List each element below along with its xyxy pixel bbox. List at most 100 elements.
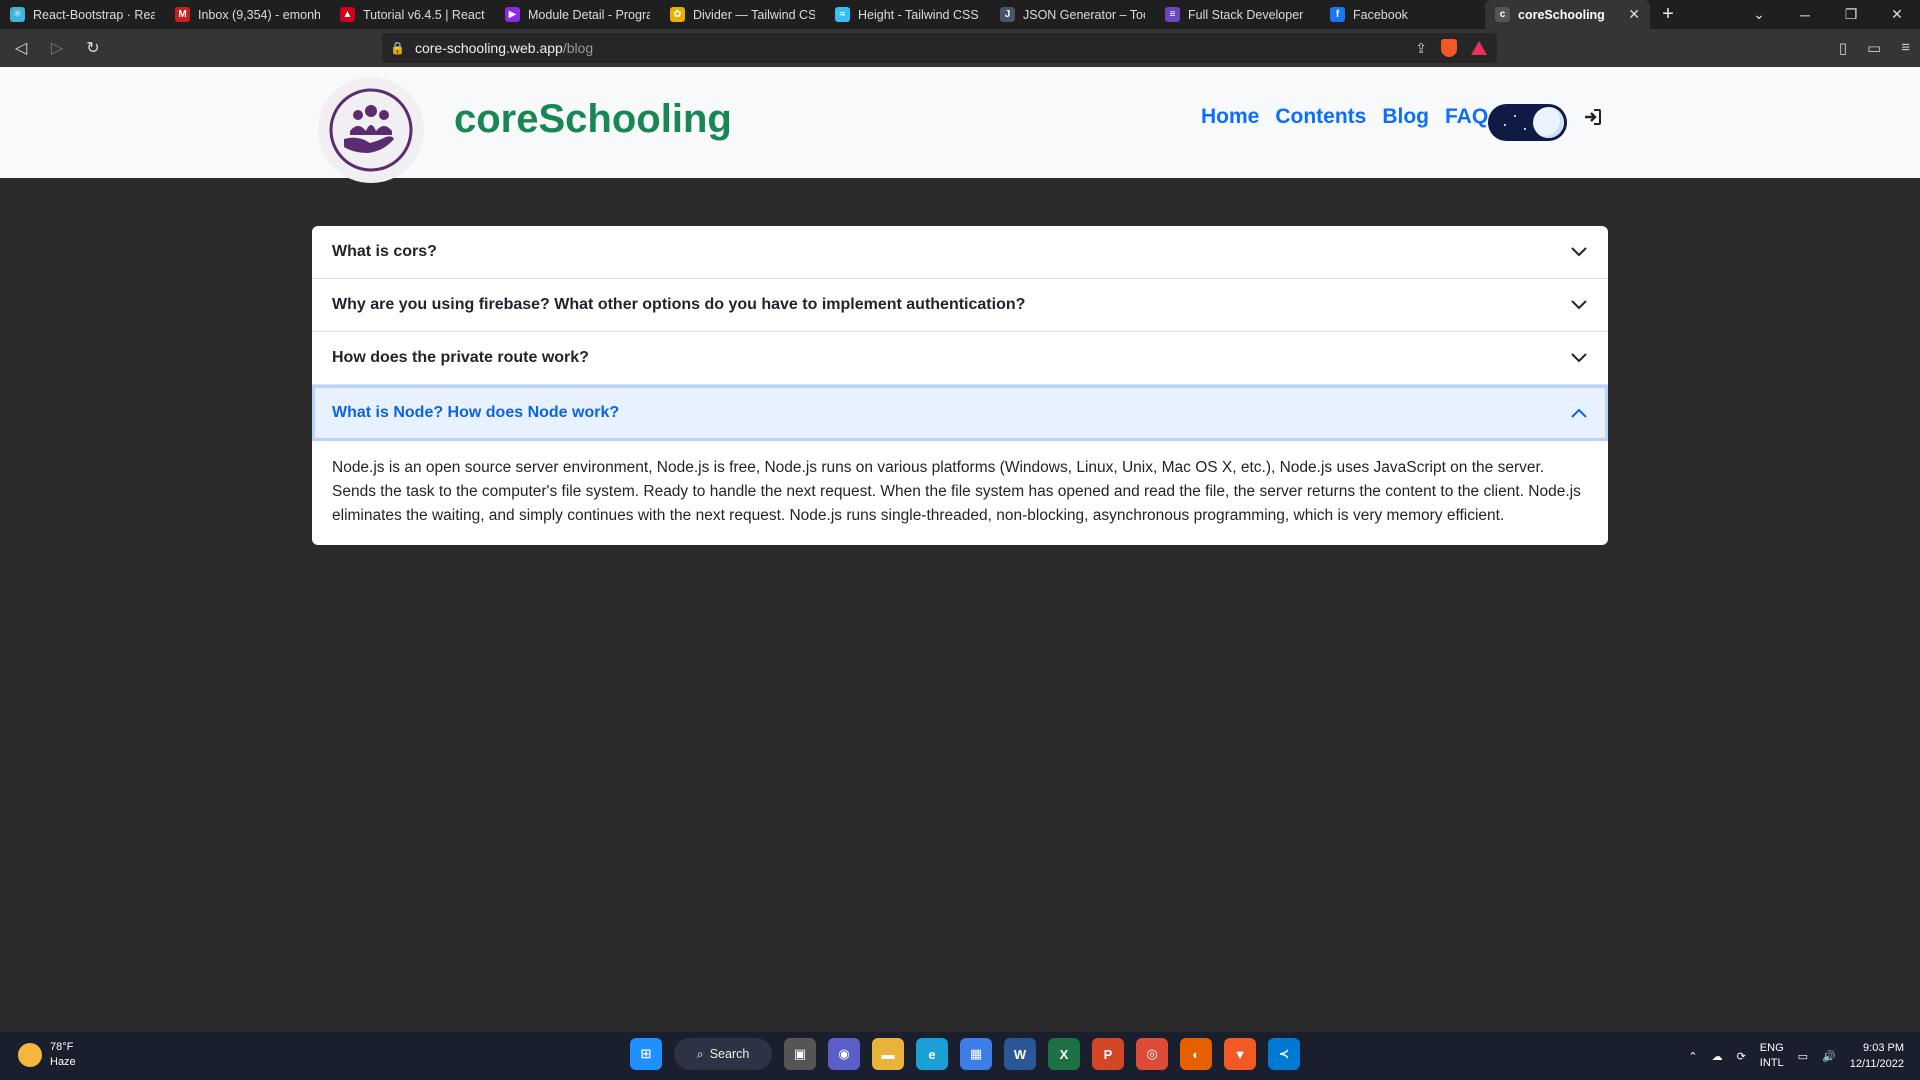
tab-favicon-icon: ≈ [835, 7, 850, 22]
word-icon[interactable]: W [1004, 1038, 1036, 1070]
browser-tab[interactable]: ≡ Full Stack Developer [1155, 0, 1320, 29]
browser-tab[interactable]: J JSON Generator – Tool f [990, 0, 1155, 29]
taskbar-apps: ⊞ ⌕ Search ▣ ◉ ▬ e ▦ W X P ◎ ◐ ▼ ≺ [630, 1038, 1300, 1070]
volume-icon[interactable]: 🔊 [1822, 1050, 1836, 1063]
accordion-header-private-route[interactable]: How does the private route work? [312, 332, 1608, 384]
powerpoint-icon[interactable]: P [1092, 1038, 1124, 1070]
lock-icon: 🔒 [390, 41, 405, 55]
tab-favicon-icon: M [175, 7, 190, 22]
browser-tab[interactable]: M Inbox (9,354) - emonhas [165, 0, 330, 29]
login-icon[interactable] [1583, 107, 1603, 127]
weather-temp: 78°F [50, 1041, 74, 1053]
browser-tab[interactable]: ▲ Tutorial v6.4.5 | React Ro [330, 0, 495, 29]
nav-contents[interactable]: Contents [1275, 105, 1366, 129]
site-navbar: coreSchooling Home Contents Blog FAQ [0, 67, 1920, 183]
back-button[interactable]: ◁ [6, 38, 36, 58]
clock-time: 9:03 PM [1863, 1042, 1904, 1054]
url-path: /blog [562, 40, 594, 56]
tab-search-icon[interactable]: ⌄ [1736, 6, 1782, 23]
reload-button[interactable]: ↻ [78, 38, 108, 58]
edge-icon[interactable]: e [916, 1038, 948, 1070]
sync-icon[interactable]: ⟳ [1737, 1050, 1746, 1063]
file-explorer-icon[interactable]: ▬ [872, 1038, 904, 1070]
lang-bottom: INTL [1759, 1057, 1784, 1069]
close-window-button[interactable]: ✕ [1874, 6, 1920, 23]
accordion-header-node[interactable]: What is Node? How does Node work? [312, 385, 1608, 441]
accordion-item: What is Node? How does Node work? Node.j… [312, 385, 1608, 545]
tab-title: Inbox (9,354) - emonhas [198, 7, 320, 22]
store-icon[interactable]: ▦ [960, 1038, 992, 1070]
tab-title: Full Stack Developer [1188, 7, 1304, 22]
tab-title: Divider — Tailwind CSS [693, 7, 815, 22]
main-nav: Home Contents Blog FAQ [1201, 105, 1488, 129]
browser-tab[interactable]: c coreSchooling ✕ [1485, 0, 1650, 29]
clock-date: 12/11/2022 [1849, 1058, 1904, 1070]
window-controls: ⌄ ─ ❐ ✕ [1736, 0, 1920, 29]
question-text: What is Node? How does Node work? [332, 404, 620, 421]
theme-toggle[interactable] [1488, 104, 1567, 141]
sidebar-icon[interactable]: ▯ [1839, 39, 1847, 57]
task-view-icon[interactable]: ▣ [784, 1038, 816, 1070]
address-bar-row: ◁ ▷ ↻ 🔖 🔒 core-schooling.web.app/blog ⇪ … [0, 29, 1920, 67]
tab-favicon-icon: ✿ [670, 7, 685, 22]
weather-desc: Haze [50, 1056, 76, 1068]
language-indicator[interactable]: ENG INTL [1760, 1041, 1784, 1071]
excel-icon[interactable]: X [1048, 1038, 1080, 1070]
accordion-header-cors[interactable]: What is cors? [312, 226, 1608, 278]
question-text: Why are you using firebase? What other o… [332, 296, 1026, 313]
accordion-item: What is cors? [312, 226, 1608, 279]
tab-title: JSON Generator – Tool f [1023, 7, 1145, 22]
question-text: How does the private route work? [332, 349, 589, 366]
chrome-icon[interactable]: ◎ [1136, 1038, 1168, 1070]
chevron-up-icon[interactable]: ⌃ [1688, 1050, 1697, 1063]
brand-name[interactable]: coreSchooling [454, 97, 732, 142]
windows-start-icon[interactable]: ⊞ [630, 1038, 662, 1070]
url-field[interactable]: 🔒 core-schooling.web.app/blog ⇪ [382, 33, 1497, 63]
onedrive-cloud-icon[interactable]: ☁ [1712, 1050, 1723, 1063]
accordion-item: How does the private route work? [312, 332, 1608, 385]
share-icon[interactable]: ⇪ [1415, 40, 1427, 57]
community-hand-icon [329, 88, 413, 172]
tab-favicon-icon: ⚛ [10, 7, 25, 22]
nav-home[interactable]: Home [1201, 105, 1259, 129]
vscode-icon[interactable]: ≺ [1268, 1038, 1300, 1070]
network-icon[interactable]: ▭ [1798, 1050, 1808, 1063]
chevron-down-icon [1571, 300, 1587, 310]
wallet-icon[interactable]: ▭ [1867, 39, 1881, 57]
chevron-up-icon [1571, 408, 1587, 418]
browser-tab[interactable]: ▶ Module Detail - Program [495, 0, 660, 29]
forward-button[interactable]: ▷ [42, 38, 72, 58]
firefox-icon[interactable]: ◐ [1180, 1038, 1212, 1070]
moon-icon [1533, 107, 1564, 138]
brave-rewards-icon[interactable] [1471, 41, 1487, 55]
browser-tab[interactable]: ✿ Divider — Tailwind CSS [660, 0, 825, 29]
browser-tab-strip: ⚛ React-Bootstrap · React M Inbox (9,354) -… [0, 0, 1920, 29]
brave-icon[interactable]: ▼ [1224, 1038, 1256, 1070]
nav-blog[interactable]: Blog [1382, 105, 1429, 129]
accordion-answer: Node.js is an open source server environ… [332, 459, 1581, 524]
tab-title: Tutorial v6.4.5 | React Ro [363, 7, 485, 22]
tab-favicon-icon: J [1000, 7, 1015, 22]
logo[interactable] [318, 77, 424, 183]
new-tab-button[interactable]: + [1650, 0, 1686, 29]
tab-favicon-icon: f [1330, 7, 1345, 22]
search-icon: ⌕ [696, 1046, 704, 1061]
brave-shield-icon[interactable] [1441, 39, 1457, 57]
close-tab-icon[interactable]: ✕ [1628, 6, 1640, 23]
restore-button[interactable]: ❐ [1828, 6, 1874, 23]
minimize-button[interactable]: ─ [1782, 7, 1828, 23]
menu-icon[interactable]: ≡ [1901, 39, 1910, 57]
accordion-header-firebase[interactable]: Why are you using firebase? What other o… [312, 279, 1608, 331]
tab-title: coreSchooling [1518, 7, 1605, 22]
search-label: Search [709, 1047, 750, 1061]
browser-tab[interactable]: f Facebook [1320, 0, 1485, 29]
browser-tab[interactable]: ⚛ React-Bootstrap · React [0, 0, 165, 29]
chevron-down-icon [1571, 353, 1587, 363]
teams-chat-icon[interactable]: ◉ [828, 1038, 860, 1070]
weather-widget[interactable]: 78°F Haze [18, 1040, 76, 1070]
taskbar-search[interactable]: ⌕ Search [674, 1038, 772, 1070]
nav-faq[interactable]: FAQ [1445, 105, 1488, 129]
browser-tab[interactable]: ≈ Height - Tailwind CSS [825, 0, 990, 29]
clock[interactable]: 9:03 PM 12/11/2022 [1850, 1040, 1904, 1072]
tab-title: React-Bootstrap · React [33, 7, 155, 22]
